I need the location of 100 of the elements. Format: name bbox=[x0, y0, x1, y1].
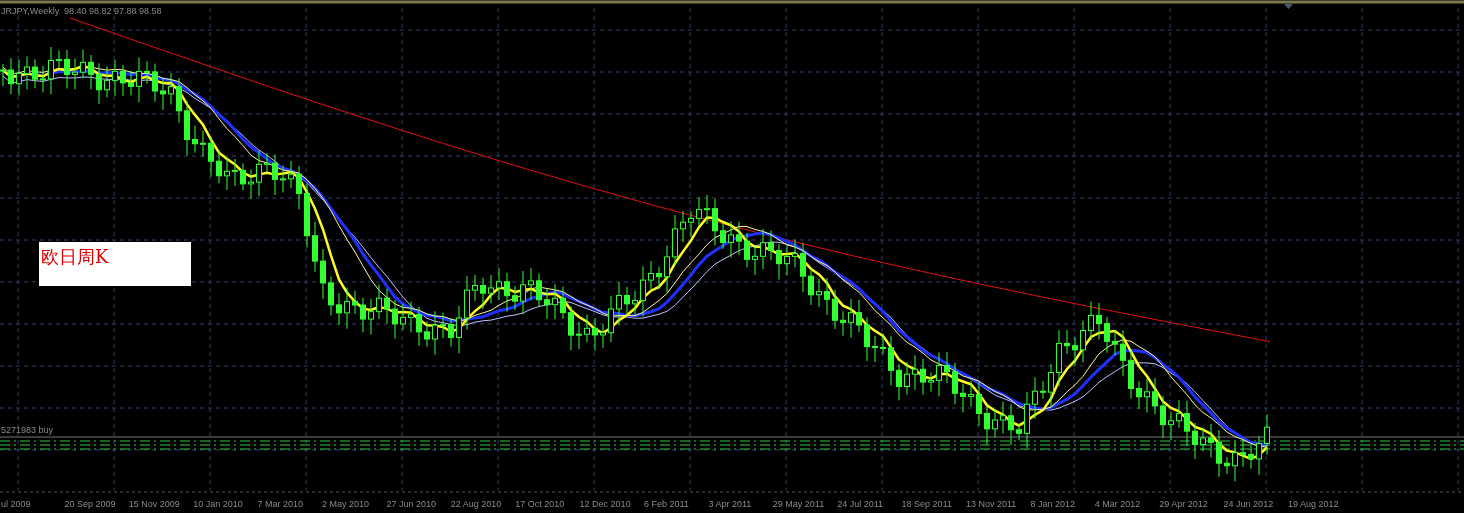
candle bbox=[1200, 427, 1206, 452]
candle bbox=[720, 221, 726, 250]
candle bbox=[48, 46, 54, 95]
candle bbox=[904, 361, 910, 396]
candle bbox=[856, 299, 862, 333]
candle bbox=[608, 295, 614, 343]
candle bbox=[784, 244, 790, 276]
axis-date-label: 6 Feb 2011 bbox=[644, 499, 689, 509]
candle bbox=[1096, 302, 1102, 341]
candle bbox=[128, 70, 134, 96]
candle bbox=[1120, 329, 1126, 377]
candle bbox=[8, 57, 14, 95]
candle bbox=[824, 277, 830, 316]
candle bbox=[1160, 395, 1166, 439]
candle bbox=[24, 55, 30, 90]
axis-date-label: 29 Apr 2012 bbox=[1159, 499, 1208, 509]
candle bbox=[528, 267, 534, 301]
candle bbox=[552, 283, 558, 320]
candle bbox=[432, 310, 438, 356]
ohlc-values: 98.40 98.82 97.88 98.58 bbox=[64, 6, 162, 16]
candle bbox=[1168, 411, 1174, 441]
candle bbox=[792, 239, 798, 268]
axis-date-label: ul 2009 bbox=[1, 499, 31, 509]
candle bbox=[440, 312, 446, 339]
candle bbox=[448, 318, 454, 348]
candle bbox=[504, 272, 510, 313]
candle bbox=[152, 63, 158, 103]
candle bbox=[808, 268, 814, 306]
axis-date-label: 19 Aug 2012 bbox=[1288, 499, 1339, 509]
candle bbox=[1008, 403, 1014, 446]
candle bbox=[1240, 438, 1246, 468]
candle bbox=[592, 317, 598, 352]
candle bbox=[480, 277, 486, 310]
axis-date-label: 4 Mar 2012 bbox=[1094, 499, 1141, 509]
candle bbox=[936, 352, 942, 397]
candle bbox=[1216, 429, 1222, 478]
note-label: 欧日周K bbox=[39, 242, 191, 286]
candle bbox=[400, 303, 406, 331]
candle bbox=[584, 313, 590, 343]
candle bbox=[296, 165, 302, 210]
candle bbox=[1024, 391, 1030, 449]
candle bbox=[200, 130, 206, 158]
candle bbox=[1232, 440, 1238, 482]
candle bbox=[328, 276, 334, 316]
candle bbox=[1224, 456, 1230, 475]
candle bbox=[1040, 380, 1046, 400]
candle bbox=[112, 59, 118, 97]
candle bbox=[752, 245, 758, 276]
axis-date-label: 18 Sep 2011 bbox=[901, 499, 952, 509]
axis-date-label: 10 Jan 2010 bbox=[193, 499, 243, 509]
axis-date-label: 15 Nov 2009 bbox=[128, 499, 180, 509]
candle bbox=[632, 290, 638, 316]
candle bbox=[224, 156, 230, 191]
axis-date-label: 17 Oct 2010 bbox=[515, 499, 565, 509]
candle bbox=[456, 305, 462, 354]
candle bbox=[680, 210, 686, 243]
candle bbox=[1032, 376, 1038, 420]
candle bbox=[392, 299, 398, 340]
candle bbox=[1064, 329, 1070, 355]
candle bbox=[704, 194, 710, 225]
candle bbox=[384, 288, 390, 324]
candle bbox=[472, 274, 478, 302]
candle bbox=[864, 316, 870, 362]
candle bbox=[144, 60, 150, 85]
candle bbox=[360, 297, 366, 333]
candle bbox=[960, 383, 966, 413]
candle bbox=[1056, 329, 1062, 387]
candle bbox=[344, 287, 350, 330]
chart-title: JRJPY,Weekly bbox=[1, 6, 60, 16]
candle bbox=[312, 221, 318, 273]
candle bbox=[760, 228, 766, 270]
candle bbox=[768, 229, 774, 261]
axis-date-label: 12 Dec 2010 bbox=[579, 499, 631, 509]
candle bbox=[32, 58, 38, 89]
candle bbox=[952, 362, 958, 405]
candle bbox=[416, 306, 422, 347]
candle bbox=[816, 278, 822, 308]
candle bbox=[320, 248, 326, 300]
candle bbox=[496, 267, 502, 301]
candle bbox=[1000, 401, 1006, 434]
candle bbox=[672, 214, 678, 267]
candle bbox=[216, 149, 222, 184]
order-label: 5271983 buy bbox=[1, 425, 54, 435]
candle bbox=[544, 288, 550, 320]
candle bbox=[56, 49, 62, 69]
candle bbox=[16, 59, 22, 97]
candle bbox=[984, 405, 990, 446]
candle bbox=[688, 210, 694, 239]
axis-date-label: 2 May 2010 bbox=[322, 499, 370, 509]
candle bbox=[536, 273, 542, 308]
candle bbox=[80, 49, 86, 79]
candle bbox=[1112, 329, 1118, 356]
candle bbox=[120, 64, 126, 97]
candle bbox=[1104, 316, 1110, 354]
candle bbox=[256, 150, 262, 197]
candle bbox=[192, 125, 198, 154]
candle bbox=[648, 260, 654, 291]
candle bbox=[560, 286, 566, 320]
candle bbox=[304, 182, 310, 248]
candle bbox=[1192, 422, 1198, 460]
